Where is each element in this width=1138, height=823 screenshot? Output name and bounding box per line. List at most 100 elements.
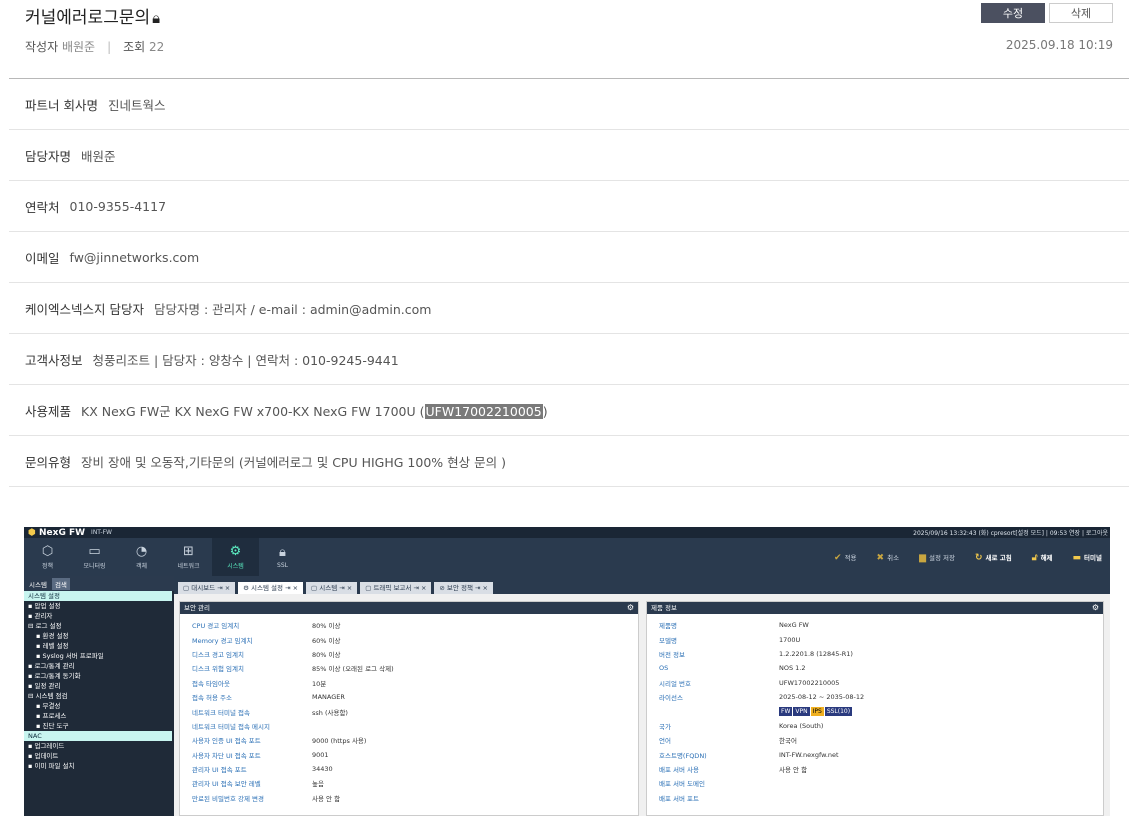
status-bar: 2025/09/16 13:32:43 (화) cpresort[설정 모드] … [913,530,1108,537]
edit-button[interactable]: 수정 [981,3,1045,23]
network-icon: ⊞ [183,543,194,559]
info-row: 케이엑스넥스지 담당자 담당자명 : 관리자 / e-mail : admin@a… [9,283,1129,334]
info-row: 버전 정보 1.2.2201.8 (12845-R1) [659,649,853,659]
save-icon: ▆ [919,552,926,563]
app-logo: ⬢ NexG FW [28,527,86,538]
info-row: 문의유형 장비 장애 및 오동작,기타문의 (커널에러로그 및 CPU HIGHG… [9,436,1129,487]
post-date: 2025.09.18 10:19 [1005,38,1113,52]
content-tabs: ▢ 대시보드 ⇥ × ⚙ 시스템 설정 ⇥ × ▢ 시스템 ⇥ × ▢ 트래픽 … [174,576,1110,594]
setting-row: 디스크 위험 임계치 85% 이상 (오래된 로그 삭제) [192,665,394,674]
gear-icon: ⚙ [626,603,634,612]
post-header: 커널에러로그문의 🔒︎ 수정 삭제 작성자 배원준 | 조회 22 2025.09.1… [0,0,1138,80]
sidebar-item: ⊟ 로그 설정 [28,622,62,630]
sidebar-item: ▪ 관리자 [28,612,53,620]
sidebar-item: ▪ 일정 관리 [28,682,61,690]
setting-row: 네트워크 터미널 접속 메시지 [192,722,270,731]
gear-icon: ⚙ [1091,603,1099,612]
nav-ssl: 🔒︎ SSL [277,544,288,569]
setting-row: 디스크 경고 임계치 80% 이상 [192,650,341,659]
main-nav: ⬡ 정책 ▭ 모니터링 ◔ 객체 ⊞ 네트워크 ⚙ 시스템 🔒︎ SSL ✔ 적용 ✖ 취소 ▆… [24,538,1110,576]
sidebar-item: ▪ 로그/통계 관리 [28,662,75,670]
attached-screenshot: ⬢ NexG FW INT-FW 2025/09/16 13:32:43 (화)… [24,527,1110,816]
tab-security-policy: ⊘ 보안 정책 ⇥ × [434,582,493,594]
sidebar-item: ▪ 프로세스 [36,712,67,720]
setting-row: 관리자 UI 접속 포트 34430 [192,765,333,775]
info-row: OS NOS 1.2 [659,664,806,673]
view-count: 22 [149,40,165,54]
release-action: 🔓︎ 해제 [1031,552,1053,563]
sidebar-item: ▪ 진단 도구 [36,722,69,730]
sidebar-item: ⊟ 시스템 점검 [28,692,68,700]
info-row: 국가 Korea (South) [659,721,824,731]
product-panel: 제품 정보 ⚙ 제품명 NexG FW 모델명 1700U 버전 정보 1.2.2201… [646,601,1104,816]
setting-row: 네트워크 터미널 접속 ssh (사용함) [192,708,348,717]
author-name: 배원준 [61,40,96,54]
info-table: 파트너 회사명 진네트웍스 담당자명 배원준 연락처 010-9355-4117 이메… [9,79,1129,487]
check-icon: ✔ [834,552,842,563]
setting-row: 관리자 UI 접속 보안 레벨 높음 [192,780,324,789]
info-row: 이메일 fw@jinnetworks.com [9,232,1129,283]
object-icon: ◔ [135,543,148,559]
save-action: ▆ 설정 저장 [919,552,955,563]
serial-highlight: UFW17002210005 [424,403,543,419]
sidebar-item: ▪ 레벨 설정 [36,642,69,650]
apply-action: ✔ 적용 [834,552,857,563]
info-row: 모델명 1700U [659,635,801,645]
lock-icon: 🔒︎ [279,544,286,560]
sidebar-item: ▪ 로그/통계 동기화 [28,672,81,680]
sidebar-item: NAC [24,731,172,741]
license-badge: VPN [793,707,810,717]
terminal-action: ▬ 터미널 [1072,552,1102,563]
license-badge: IPS [810,707,824,717]
refresh-action: ↻ 새로 고침 [974,552,1012,563]
info-row: 고객사정보 청풍리조트 | 담당자 : 양창수 | 연락처 : 010-9245-… [9,334,1129,385]
setting-row: 접속 타임아웃 10분 [192,679,327,688]
terminal-icon: ▬ [1072,552,1082,563]
info-row: 시리얼 번호 UFW17002210005 [659,678,840,688]
shield-icon: ⬡ [41,543,54,559]
setting-row: 접속 허용 주소 MANAGER [192,693,345,703]
app-titlebar: ⬢ NexG FW INT-FW 2025/09/16 13:32:43 (화)… [24,527,1110,538]
tab-system: ▢ 시스템 ⇥ × [306,582,358,594]
setting-row: Memory 경고 임계치 60% 이상 [192,636,341,645]
tab-dashboard: ▢ 대시보드 ⇥ × [178,582,236,594]
post-title: 커널에러로그문의 🔒︎ [25,8,161,28]
sidebar-item: ▪ 환경 설정 [36,632,69,640]
info-row: 제품명 NexG FW [659,621,809,631]
sidebar-item: ▪ 무결성 [36,702,61,710]
setting-row: 사용자 인증 UI 접속 포트 9000 (https 사용) [192,737,367,746]
action-bar: ✔ 적용 ✖ 취소 ▆ 설정 저장 ↻ 새로 고침 🔓︎ 해제 ▬ 터미널 [834,538,1110,576]
info-row: 파트너 회사명 진네트웍스 [9,79,1129,130]
sidebar-item: ▪ 압업 설정 [28,602,61,610]
license-badge: SSL(10) [824,707,853,717]
info-row: 배포 서버 도메인 [659,780,705,789]
sidebar-item: ▪ 업데이트 [28,752,59,760]
sidebar-item: 시스템 설정 [24,591,172,601]
info-row: 연락처 010-9355-4117 [9,181,1129,232]
delete-button[interactable]: 삭제 [1049,3,1113,23]
cancel-action: ✖ 취소 [876,552,900,563]
nav-network: ⊞ 네트워크 [177,543,200,570]
nav-object: ◔ 객체 [135,543,148,570]
setting-row: 사용자 차단 UI 접속 포트 9001 [192,750,329,760]
sidebar-item: ▪ 이미 파일 설치 [28,762,75,770]
info-row: 담당자명 배원준 [9,130,1129,181]
shield-logo-icon: ⬢ [28,527,36,538]
unlock-icon: 🔓︎ [1031,552,1038,563]
info-row: 배포 서버 사용 사용 안 함 [659,766,808,775]
info-row: 호스트명(FQDN) INT-FW.nexgfw.net [659,750,839,760]
tab-system-settings: ⚙ 시스템 설정 ⇥ × [238,582,304,594]
sidebar-item: ▪ Syslog 서버 프로파일 [36,652,104,660]
gear-icon: ⚙ [229,543,242,559]
info-row: 언어 한국어 [659,737,797,746]
info-row: 라이선스 2025-08-12 ~ 2035-08-12 [659,693,865,703]
nav-system: ⚙ 시스템 [212,538,259,576]
setting-row: CPU 경고 임계치 80% 이상 [192,622,341,631]
refresh-icon: ↻ [974,552,983,563]
post-meta: 작성자 배원준 | 조회 22 [25,40,165,54]
lock-icon: 🔒︎ [152,9,161,27]
sidebar-item: ▪ 업그레이드 [28,742,65,750]
license-badges: FW VPN IPS SSL(10) [647,704,1103,718]
license-badge: FW [779,707,793,717]
security-panel: 보안 관리 ⚙ CPU 경고 임계치 80% 이상 Memory 경고 임계치 60%… [179,601,639,816]
